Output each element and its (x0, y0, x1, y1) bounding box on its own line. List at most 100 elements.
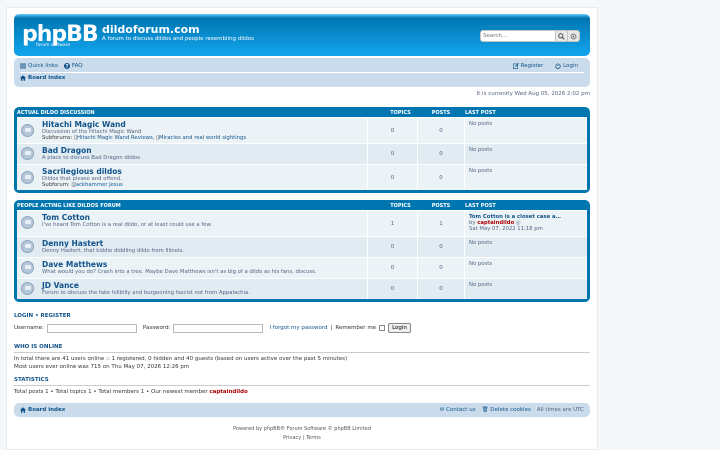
search-icon (558, 32, 565, 40)
search-input[interactable] (480, 30, 556, 42)
statistics-line: Total posts 1 • Total topics 1 • Total m… (14, 388, 590, 396)
forum-read-icon (21, 282, 34, 295)
search-button[interactable] (556, 30, 568, 42)
register-heading-link[interactable]: REGISTER (41, 313, 71, 319)
forum-description: What would you do? Crash into a tree. Ma… (42, 269, 317, 275)
posts-count: 0 (417, 279, 464, 299)
forum-title[interactable]: Tom Cotton (42, 213, 90, 222)
category-block: PEOPLE ACTING LIKE DILDOS FORUM TOPICS P… (14, 200, 590, 302)
online-users-line: In total there are 41 users online :: 1 … (14, 356, 348, 362)
username-label: Username: (14, 325, 44, 331)
password-input[interactable] (173, 323, 264, 333)
copyright: Powered by phpBB® Forum Software © phpBB… (14, 425, 590, 443)
posts-count: 0 (417, 237, 464, 257)
site-title: dildoforum.com (102, 23, 200, 36)
phpbb-logo[interactable]: phpBB forum software (22, 22, 99, 48)
forum-description: A place to discuss Bad Dragon dildos (42, 155, 141, 161)
category-title[interactable]: ACTUAL DILDO DISCUSSION (17, 110, 95, 116)
hamburger-icon (20, 63, 26, 69)
contact-us-label: Contact us (446, 407, 476, 413)
login-button[interactable]: Login (388, 323, 411, 333)
forum-row: Denny Hastert Denny Hastert, that kiddie… (17, 236, 587, 257)
advanced-search-button[interactable] (568, 30, 580, 42)
login-link[interactable]: Login (555, 63, 578, 69)
envelope-icon: ✉ (439, 407, 445, 413)
category-header: ACTUAL DILDO DISCUSSION TOPICS POSTS LAS… (17, 108, 587, 117)
last-post: No posts (464, 144, 587, 164)
footer-nav-bar: Board index ✉ Contact us 🗑 Delete cookie… (14, 403, 590, 417)
forum-title[interactable]: Hitachi Magic Wand (42, 120, 126, 129)
statistics: STATISTICS Total posts 1 • Total topics … (14, 377, 590, 396)
forum-description: Forum to discuss the fake hillbilly and … (42, 290, 250, 296)
topics-count: 0 (367, 165, 417, 190)
footer-breadcrumb[interactable]: Board index (20, 407, 65, 413)
quick-links-menu[interactable]: Quick links (20, 63, 58, 69)
footer-board-index-link[interactable]: Board index (28, 407, 65, 413)
nav-divider (20, 72, 584, 73)
statistics-text: Total posts 1 • Total topics 1 • Total m… (14, 389, 208, 395)
forum-description: I've heard Tom Cotton is a real dildo, o… (42, 222, 212, 228)
topics-count: 0 (367, 118, 417, 143)
posts-count: 0 (417, 144, 464, 164)
forum-row: JD Vance Forum to discuss the fake hillb… (17, 278, 587, 299)
power-icon (555, 63, 561, 69)
faq-label: FAQ (71, 63, 83, 69)
forum-read-icon (21, 171, 34, 184)
forum-read-icon (21, 216, 34, 229)
topics-count: 1 (367, 211, 417, 236)
posts-header: POSTS (431, 202, 451, 209)
last-post-date: Sat May 07, 2022 11:18 pm (469, 226, 543, 232)
forgot-password-link[interactable]: I forgot my password (269, 325, 327, 331)
home-icon (20, 75, 26, 81)
subforum-link[interactable]: Jackhammer Jesus (74, 182, 123, 188)
footer-links: ✉ Contact us 🗑 Delete cookies All times … (440, 407, 584, 413)
contact-us-link[interactable]: ✉ Contact us (440, 407, 476, 413)
forum-read-icon (21, 240, 34, 253)
last-post: No posts (464, 279, 587, 299)
forum-title[interactable]: Dave Matthews (42, 260, 107, 269)
forum-read-icon (21, 261, 34, 274)
forum-title[interactable]: JD Vance (42, 281, 79, 290)
home-icon (20, 407, 26, 413)
register-link[interactable]: Register (512, 63, 544, 69)
faq-link[interactable]: ? FAQ (63, 63, 83, 69)
forum-read-icon (21, 147, 34, 160)
forum-title[interactable]: Sacrilegious dildos (42, 167, 122, 176)
last-post: No posts (464, 258, 587, 278)
subforums-label: Subforums: (42, 135, 73, 141)
privacy-terms-links[interactable]: Privacy | Terms (14, 434, 590, 443)
nav-links: Quick links ? FAQ Register Login (20, 61, 584, 71)
current-time: It is currently Wed Aug 05, 2026 2:02 pm (476, 91, 590, 97)
trash-icon: 🗑 (481, 407, 489, 413)
posts-header: POSTS (431, 109, 451, 116)
register-label: Register (520, 63, 544, 69)
forum-description: Denny Hastert, that kiddie diddling dild… (42, 248, 184, 254)
subforum-link[interactable]: Miracles and real world sightings (159, 135, 246, 141)
category-title[interactable]: PEOPLE ACTING LIKE DILDOS FORUM (17, 203, 121, 209)
gear-icon (570, 32, 577, 40)
password-label: Password: (142, 325, 171, 331)
svg-text:?: ? (66, 64, 69, 69)
forum-row: Tom Cotton I've heard Tom Cotton is a re… (17, 210, 587, 236)
remember-me-checkbox[interactable] (379, 325, 386, 331)
search-box (480, 30, 580, 42)
forum-title[interactable]: Bad Dragon (42, 146, 92, 155)
header-bar: phpBB forum software dildoforum.com A fo… (14, 14, 590, 56)
who-is-online-heading: WHO IS ONLINE (14, 344, 590, 353)
delete-cookies-label: Delete cookies (490, 407, 531, 413)
login-register-heading: LOGIN • REGISTER (14, 313, 71, 319)
newest-member-link[interactable]: captaindildo (209, 389, 247, 395)
category-block: ACTUAL DILDO DISCUSSION TOPICS POSTS LAS… (14, 107, 590, 193)
last-post-header: LAST POST (465, 109, 496, 116)
breadcrumb[interactable]: Board index (20, 75, 65, 81)
board-index-link[interactable]: Board index (28, 75, 65, 81)
forum-title[interactable]: Denny Hastert (42, 239, 103, 248)
login-heading-link[interactable]: LOGIN (14, 313, 33, 319)
login-label: Login (563, 63, 578, 69)
username-input[interactable] (46, 323, 137, 333)
forum-subforums: Subforums: ▯Hitachi Magic Wand Reviews, … (42, 135, 246, 141)
powered-by: Powered by phpBB® Forum Software © phpBB… (233, 426, 371, 432)
topics-count: 0 (367, 279, 417, 299)
subforum-link[interactable]: Hitachi Magic Wand Reviews, (77, 135, 154, 141)
delete-cookies-link[interactable]: 🗑 Delete cookies (482, 407, 531, 413)
